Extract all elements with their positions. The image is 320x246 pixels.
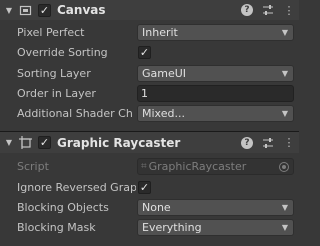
kebab-menu-icon[interactable]: ⋮ bbox=[283, 4, 295, 17]
presets-icon[interactable] bbox=[262, 4, 274, 16]
field-label: Sorting Layer bbox=[17, 66, 91, 80]
kebab-menu-icon[interactable]: ⋮ bbox=[283, 136, 295, 149]
foldout-triangle-icon[interactable]: ▼ bbox=[3, 6, 15, 15]
chevron-down-icon: ▼ bbox=[281, 222, 288, 232]
field-label: Pixel Perfect bbox=[17, 25, 85, 39]
chevron-down-icon: ▼ bbox=[281, 68, 288, 78]
object-value: GraphicRaycaster bbox=[148, 159, 247, 173]
order-in-layer-row: Order in Layer 1 bbox=[0, 84, 299, 102]
blocking-mask-row: Blocking Mask Everything ▼ bbox=[0, 218, 299, 236]
additional-shader-dropdown[interactable]: Mixed... ▼ bbox=[137, 104, 294, 122]
graphic-raycaster-component-header[interactable]: ▼ ✓ Graphic Raycaster ? ⋮ bbox=[0, 131, 299, 153]
ignore-reversed-row: Ignore Reversed Grap ✓ bbox=[0, 178, 299, 196]
chevron-down-icon: ▼ bbox=[281, 202, 288, 212]
presets-icon[interactable] bbox=[262, 137, 274, 149]
component-title: Canvas bbox=[57, 3, 106, 17]
field-label: Additional Shader Ch bbox=[17, 106, 133, 120]
script-object-field: ⌗ GraphicRaycaster bbox=[137, 157, 294, 175]
object-picker-icon bbox=[279, 161, 289, 172]
additional-shader-row: Additional Shader Ch Mixed... ▼ bbox=[0, 104, 299, 122]
sorting-layer-dropdown[interactable]: GameUI ▼ bbox=[137, 64, 294, 82]
field-label: Blocking Mask bbox=[17, 220, 96, 234]
override-sorting-row: Override Sorting ✓ bbox=[0, 43, 299, 61]
sorting-layer-row: Sorting Layer GameUI ▼ bbox=[0, 64, 299, 82]
ignore-reversed-checkbox[interactable]: ✓ bbox=[138, 180, 151, 194]
chevron-down-icon: ▼ bbox=[281, 27, 288, 37]
script-icon: ⌗ bbox=[141, 160, 147, 172]
canvas-enabled-checkbox[interactable]: ✓ bbox=[38, 3, 51, 17]
order-in-layer-input[interactable]: 1 bbox=[137, 84, 294, 102]
component-title: Graphic Raycaster bbox=[57, 135, 181, 150]
canvas-icon bbox=[18, 3, 32, 17]
field-label: Ignore Reversed Grap bbox=[17, 180, 136, 194]
dropdown-value: None bbox=[142, 200, 171, 214]
help-icon[interactable]: ? bbox=[241, 4, 253, 16]
blocking-objects-row: Blocking Objects None ▼ bbox=[0, 198, 299, 216]
pixel-perfect-dropdown[interactable]: Inherit ▼ bbox=[137, 23, 294, 41]
field-label: Blocking Objects bbox=[17, 200, 109, 214]
field-label: Script bbox=[17, 159, 49, 173]
script-row: Script ⌗ GraphicRaycaster bbox=[0, 157, 299, 175]
pixel-perfect-row: Pixel Perfect Inherit ▼ bbox=[0, 23, 299, 41]
dropdown-value: Mixed... bbox=[142, 106, 185, 120]
foldout-triangle-icon[interactable]: ▼ bbox=[3, 138, 15, 147]
blocking-mask-dropdown[interactable]: Everything ▼ bbox=[137, 218, 294, 236]
graphic-raycaster-icon bbox=[18, 136, 32, 150]
graphic-raycaster-enabled-checkbox[interactable]: ✓ bbox=[38, 136, 51, 149]
chevron-down-icon: ▼ bbox=[281, 108, 288, 118]
dropdown-value: GameUI bbox=[142, 66, 187, 80]
blocking-objects-dropdown[interactable]: None ▼ bbox=[137, 198, 294, 216]
field-label: Order in Layer bbox=[17, 86, 96, 100]
override-sorting-checkbox[interactable]: ✓ bbox=[138, 45, 151, 59]
field-label: Override Sorting bbox=[17, 45, 108, 59]
help-icon[interactable]: ? bbox=[241, 136, 253, 149]
dropdown-value: Inherit bbox=[142, 25, 178, 39]
dropdown-value: Everything bbox=[142, 220, 202, 234]
canvas-component-header[interactable]: ▼ ✓ Canvas ? ⋮ bbox=[0, 0, 299, 20]
